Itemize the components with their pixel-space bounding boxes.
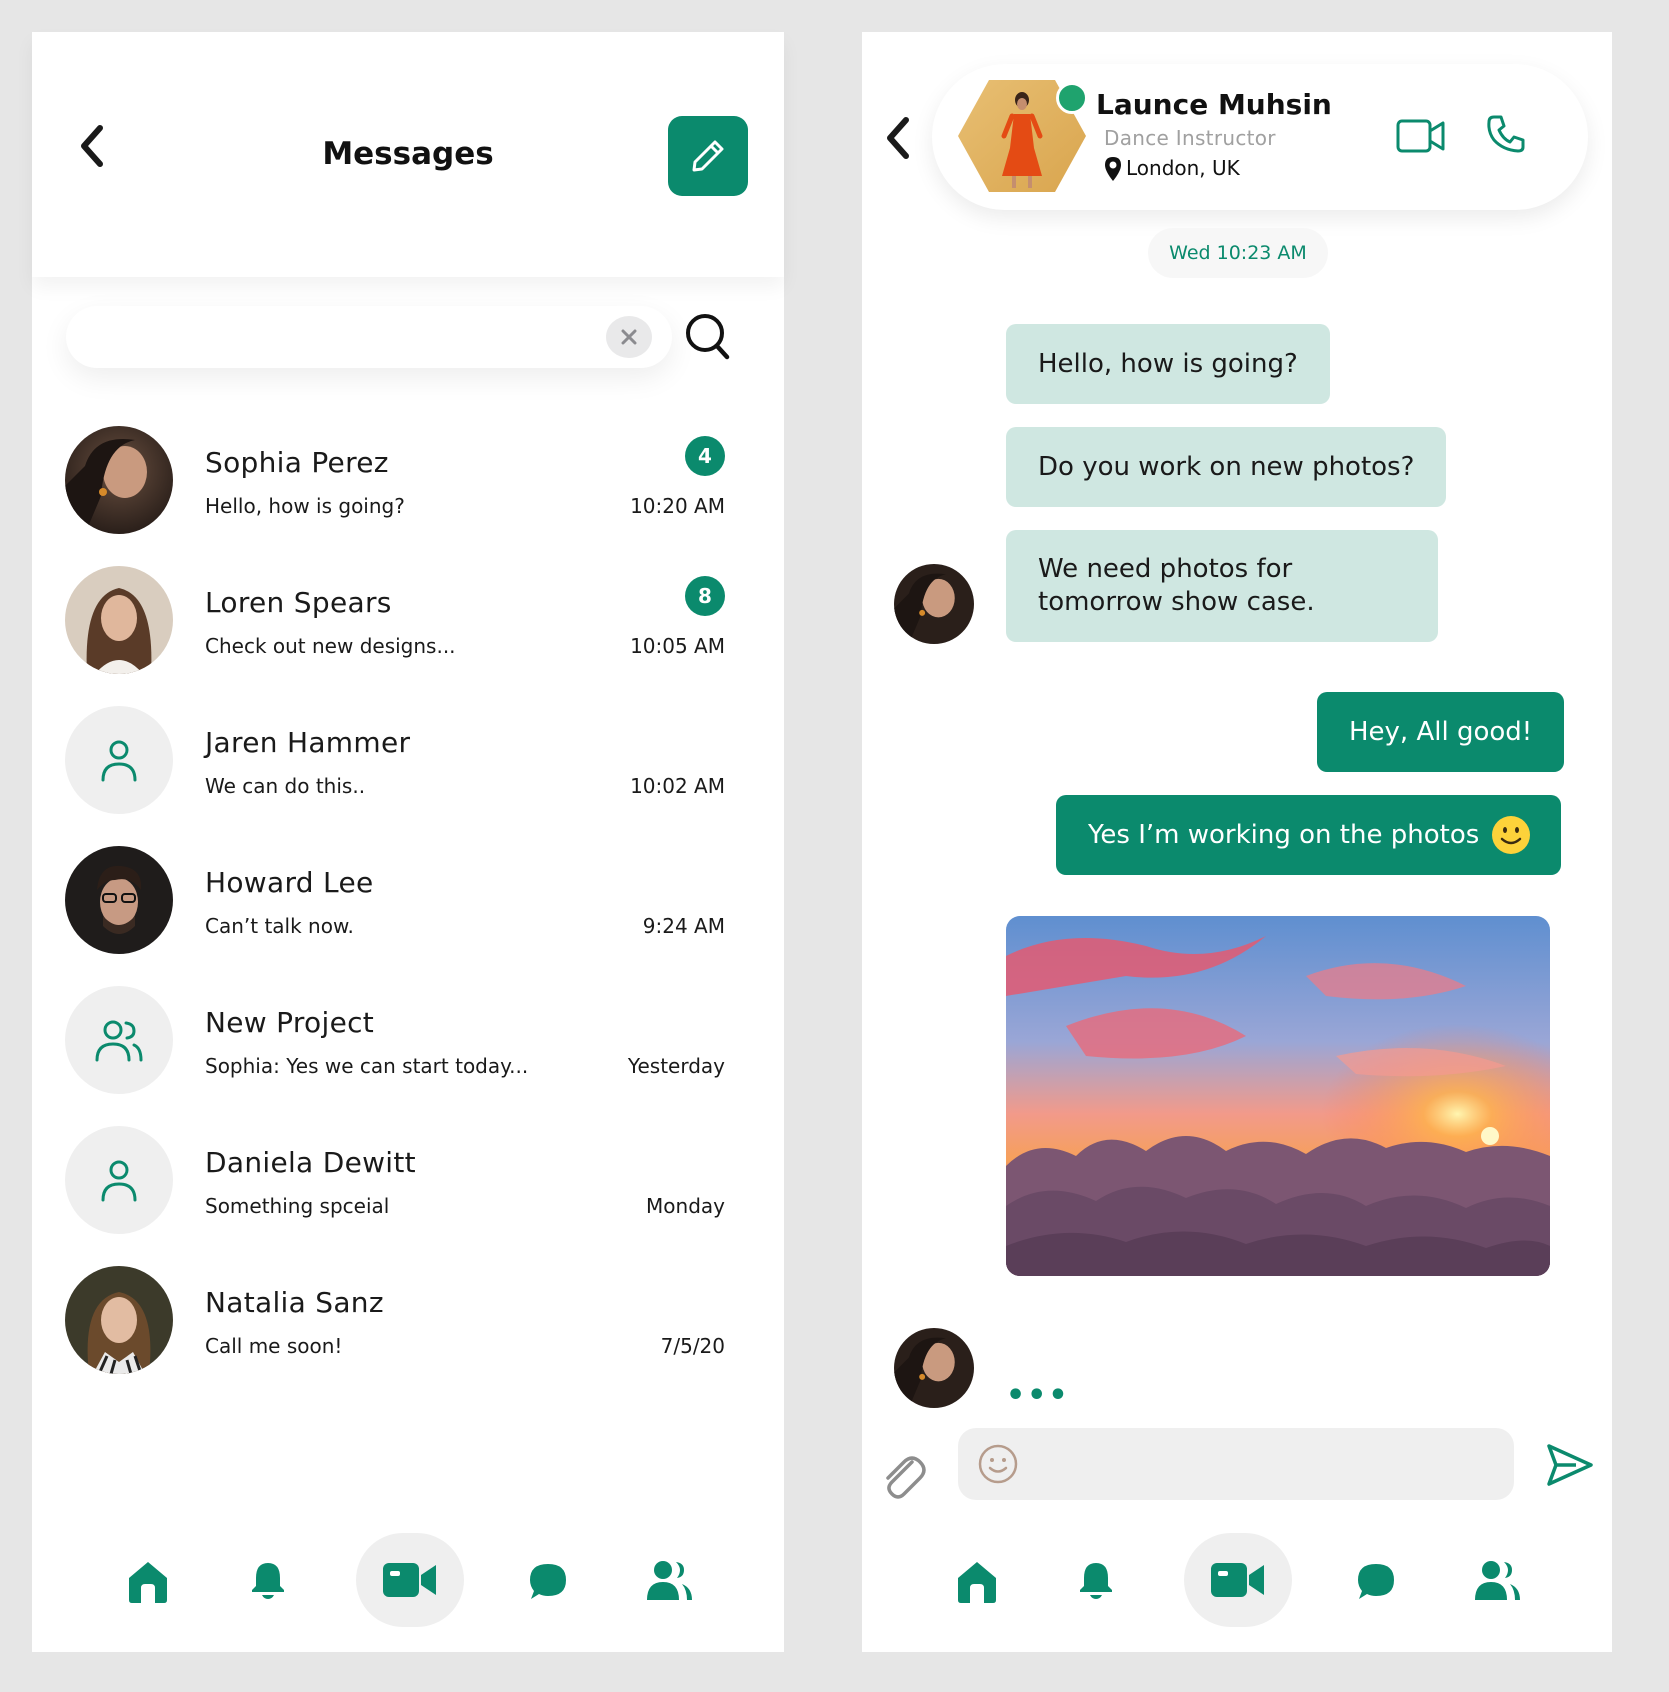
bell-icon[interactable] <box>1078 1560 1114 1600</box>
home-icon[interactable] <box>956 1560 998 1604</box>
messages-screen: Messages Sophia Perez Hello, how is goin… <box>32 32 784 1652</box>
message-preview: Call me soon! <box>205 1334 343 1358</box>
chat-screen: Launce Muhsin Dance Instructor London, U… <box>862 32 1612 1652</box>
clear-search-button[interactable] <box>606 316 652 358</box>
conversation-row[interactable]: Howard Lee Can’t talk now. 9:24 AM <box>65 846 725 956</box>
contact-name: Howard Lee <box>205 866 374 899</box>
compose-button[interactable] <box>668 116 748 196</box>
video-call-icon[interactable] <box>1396 118 1446 154</box>
outgoing-message-bubble[interactable]: Hey, All good! <box>1317 692 1565 772</box>
avatar <box>65 566 173 674</box>
message-preview: We can do this.. <box>205 774 366 798</box>
online-status-dot <box>1056 82 1088 114</box>
conversation-row[interactable]: New Project Sophia: Yes we can start tod… <box>65 986 725 1096</box>
contact-name: Jaren Hammer <box>205 726 411 759</box>
sunset-clouds-image <box>1006 916 1550 1276</box>
message-text: Do you work on new photos? <box>1038 451 1415 482</box>
contact-avatar <box>956 78 1088 194</box>
message-preview: Sophia: Yes we can start today... <box>205 1054 529 1078</box>
conversation-row[interactable]: Loren Spears Check out new designs... 8 … <box>65 566 725 676</box>
bell-icon[interactable] <box>250 1560 286 1600</box>
message-preview: Can’t talk now. <box>205 914 354 938</box>
contact-location: London, UK <box>1126 156 1240 180</box>
incoming-message-bubble[interactable]: We need photos for tomorrow show case. <box>1006 530 1438 642</box>
pencil-icon <box>692 140 724 172</box>
paperclip-icon[interactable] <box>880 1450 926 1500</box>
contact-name: Natalia Sanz <box>205 1286 384 1319</box>
message-text: Hello, how is going? <box>1038 348 1298 379</box>
message-preview: Check out new designs... <box>205 634 456 658</box>
contact-name: Loren Spears <box>205 586 392 619</box>
video-call-nav-button[interactable] <box>356 1533 464 1627</box>
avatar-placeholder <box>65 1126 173 1234</box>
home-icon[interactable] <box>127 1560 169 1604</box>
user-icon <box>101 1160 137 1202</box>
message-time: 10:05 AM <box>630 634 725 658</box>
bottom-nav <box>862 1532 1612 1628</box>
date-chip: Wed 10:23 AM <box>1148 228 1328 278</box>
message-time: 10:02 AM <box>630 774 725 798</box>
conversation-row[interactable]: Natalia Sanz Call me soon! 7/5/20 <box>65 1266 725 1376</box>
unread-badge: 4 <box>685 436 725 476</box>
message-time: 10:20 AM <box>630 494 725 518</box>
location-pin-icon <box>1105 157 1121 181</box>
contact-name: Sophia Perez <box>205 446 389 479</box>
back-chevron-icon[interactable] <box>884 116 912 160</box>
message-text: Hey, All good! <box>1349 716 1533 747</box>
message-time: 9:24 AM <box>642 914 725 938</box>
avatar <box>65 1266 173 1374</box>
message-time: 7/5/20 <box>660 1334 725 1358</box>
avatar-placeholder <box>65 986 173 1094</box>
conversation-row[interactable]: Sophia Perez Hello, how is going? 4 10:2… <box>65 426 725 536</box>
sender-avatar <box>894 1328 974 1408</box>
contacts-icon[interactable] <box>1474 1560 1522 1602</box>
smiley-emoji-icon <box>1492 816 1531 854</box>
avatar <box>65 846 173 954</box>
contact-header-card[interactable]: Launce Muhsin Dance Instructor London, U… <box>932 64 1588 210</box>
incoming-message-bubble[interactable]: Hello, how is going? <box>1006 324 1330 404</box>
avatar <box>65 426 173 534</box>
close-icon <box>621 329 637 345</box>
contact-name: Launce Muhsin <box>1096 88 1332 121</box>
incoming-message-bubble[interactable]: Do you work on new photos? <box>1006 427 1447 507</box>
contacts-icon[interactable] <box>646 1560 694 1602</box>
phone-icon[interactable] <box>1486 114 1526 154</box>
contact-name: New Project <box>205 1006 375 1039</box>
bottom-nav <box>32 1532 784 1628</box>
message-preview: Something spceial <box>205 1194 390 1218</box>
typing-indicator: ••• <box>1006 1378 1070 1413</box>
conversation-row[interactable]: Daniela Dewitt Something spceial Monday <box>65 1126 725 1236</box>
messages-header: Messages <box>32 32 784 277</box>
message-time: Monday <box>646 1194 725 1218</box>
emoji-icon[interactable] <box>978 1444 1018 1484</box>
chat-bubble-icon[interactable] <box>1356 1562 1396 1602</box>
shared-photo[interactable] <box>1006 916 1550 1276</box>
unread-badge: 8 <box>685 576 725 616</box>
search-field[interactable] <box>66 306 672 368</box>
group-icon <box>95 1020 143 1062</box>
video-call-nav-button[interactable] <box>1184 1533 1292 1627</box>
search-icon[interactable] <box>684 312 732 362</box>
contact-name: Daniela Dewitt <box>205 1146 416 1179</box>
user-icon <box>101 740 137 782</box>
message-time: Yesterday <box>627 1054 725 1078</box>
sender-avatar <box>894 564 974 644</box>
message-text: Yes I’m working on the photos <box>1088 819 1480 850</box>
chat-bubble-icon[interactable] <box>528 1562 568 1602</box>
message-preview: Hello, how is going? <box>205 494 405 518</box>
video-camera-icon <box>383 1563 436 1597</box>
message-text: We need photos for tomorrow show case. <box>1038 554 1315 617</box>
outgoing-message-bubble[interactable]: Yes I’m working on the photos <box>1056 795 1562 875</box>
message-input[interactable] <box>958 1428 1514 1500</box>
contact-role: Dance Instructor <box>1104 126 1276 150</box>
conversation-row[interactable]: Jaren Hammer We can do this.. 10:02 AM <box>65 706 725 816</box>
send-icon[interactable] <box>1546 1442 1594 1488</box>
video-camera-icon <box>1211 1563 1264 1597</box>
avatar-placeholder <box>65 706 173 814</box>
